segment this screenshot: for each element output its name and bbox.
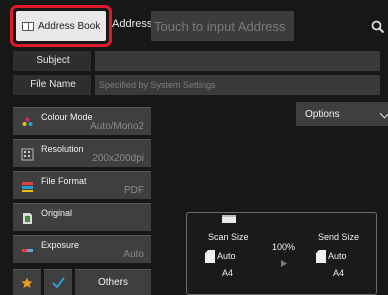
send-size-label: Send Size bbox=[318, 232, 360, 242]
resolution-label: Resolution bbox=[41, 144, 84, 154]
resolution-button[interactable]: Resolution 200x200dpi bbox=[13, 139, 151, 167]
original-label: Original bbox=[41, 208, 73, 218]
chevron-down-icon bbox=[379, 108, 388, 119]
file-format-value: PDF bbox=[124, 185, 144, 196]
scan-document-icon bbox=[205, 250, 215, 263]
options-label: Options bbox=[305, 108, 340, 120]
file-format-icon bbox=[22, 182, 33, 192]
send-size-paper: A4 bbox=[333, 268, 345, 278]
size-panel[interactable]: Scan Size Auto A4 100% Send Size Auto A4 bbox=[186, 212, 377, 295]
exposure-icon bbox=[22, 249, 33, 252]
check-button[interactable] bbox=[44, 269, 72, 295]
others-button[interactable]: Others bbox=[75, 269, 151, 295]
checkmark-icon bbox=[51, 277, 65, 288]
address-placeholder: Touch to input Address bbox=[154, 18, 286, 34]
address-input[interactable]: Touch to input Address bbox=[151, 11, 294, 41]
file-format-button[interactable]: File Format PDF bbox=[13, 171, 151, 199]
colour-mode-icon bbox=[22, 117, 33, 126]
file-name-field[interactable]: Specified by System Settings bbox=[95, 75, 380, 95]
subject-field[interactable] bbox=[95, 51, 380, 71]
subject-label: Subject bbox=[36, 55, 70, 66]
resolution-icon bbox=[21, 148, 34, 161]
file-name-placeholder: Specified by System Settings bbox=[99, 80, 216, 90]
scan-size-paper: A4 bbox=[222, 268, 234, 278]
address-label: Address bbox=[112, 18, 153, 30]
exposure-label: Exposure bbox=[41, 240, 80, 250]
scanner-icon bbox=[222, 215, 236, 223]
exposure-button[interactable]: Exposure Auto bbox=[13, 235, 151, 263]
scan-screen: Address Book Address Touch to input Addr… bbox=[0, 0, 388, 295]
colour-mode-value: Auto/Mono2 bbox=[90, 121, 144, 132]
address-book-highlight bbox=[10, 5, 112, 47]
scan-size-mode: Auto bbox=[217, 251, 236, 261]
star-icon bbox=[21, 277, 33, 288]
file-name-label: File Name bbox=[30, 79, 76, 90]
file-format-label: File Format bbox=[41, 176, 87, 186]
original-button[interactable]: Original bbox=[13, 203, 151, 231]
exposure-value: Auto bbox=[123, 249, 144, 260]
colour-mode-label: Colour Mode bbox=[41, 112, 93, 122]
search-button[interactable] bbox=[367, 12, 388, 41]
resolution-value: 200x200dpi bbox=[92, 153, 144, 164]
send-document-icon bbox=[316, 250, 326, 263]
favourite-button[interactable] bbox=[13, 269, 41, 295]
others-label: Others bbox=[97, 277, 128, 288]
send-size-mode: Auto bbox=[328, 251, 347, 261]
original-icon bbox=[23, 213, 32, 224]
options-button[interactable]: Options bbox=[296, 102, 388, 126]
arrow-right-icon bbox=[281, 260, 287, 267]
scan-size-label: Scan Size bbox=[208, 232, 249, 242]
ratio-value: 100% bbox=[272, 242, 296, 252]
colour-mode-button[interactable]: Colour Mode Auto/Mono2 bbox=[13, 107, 151, 135]
magnifier-icon bbox=[371, 20, 384, 33]
